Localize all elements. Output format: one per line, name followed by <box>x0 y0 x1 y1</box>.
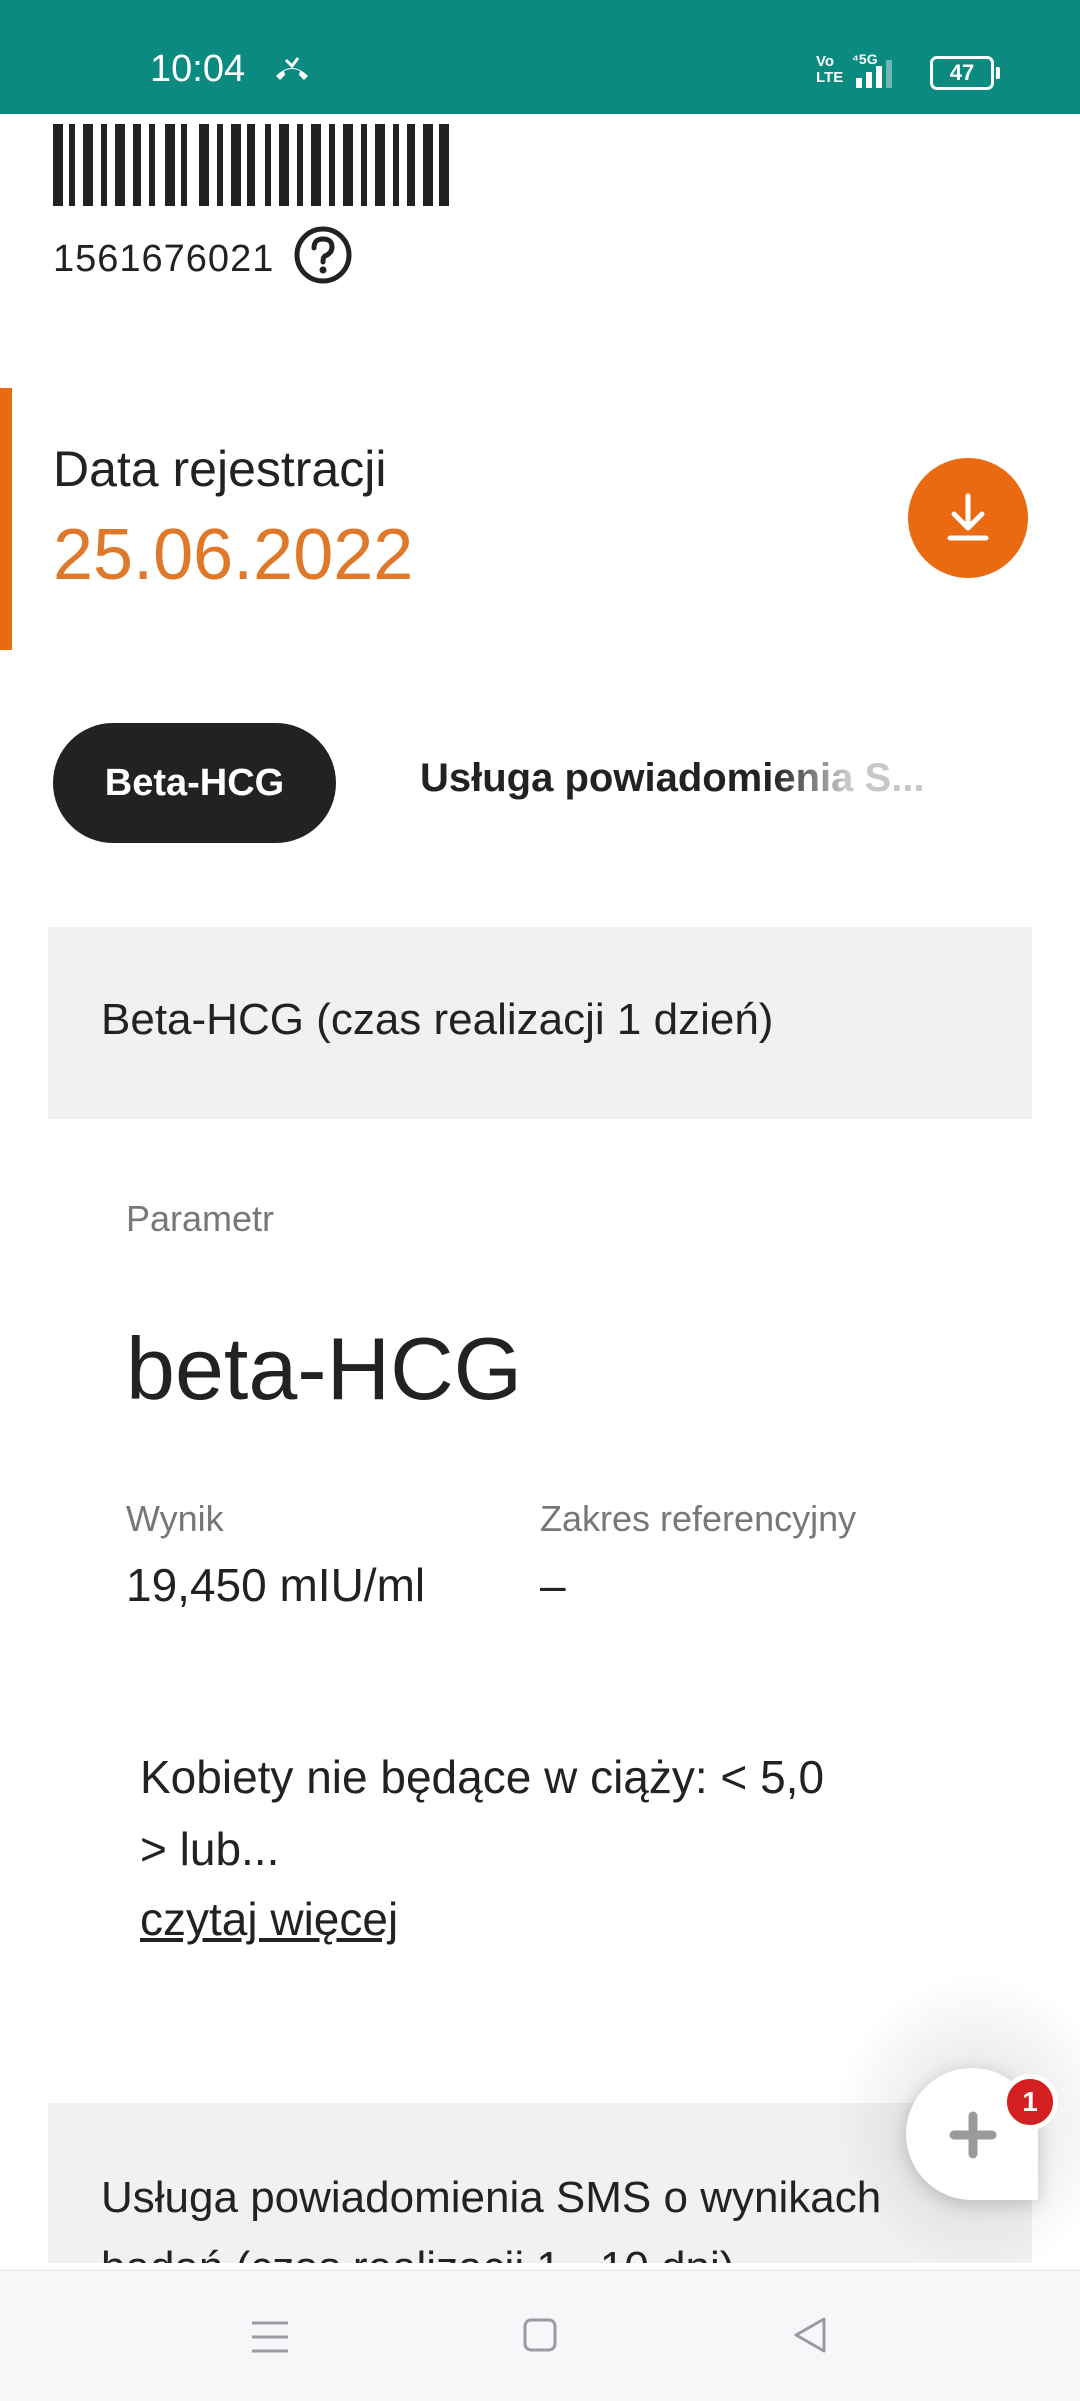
battery-indicator: 47 <box>930 56 1000 90</box>
svg-text:⁴5G: ⁴5G <box>852 51 878 67</box>
sms-section-title-line1: Usługa powiadomienia SMS o wynikach <box>101 2173 882 2222</box>
test-section-header: Beta-HCG (czas realizacji 1 dzień) <box>48 927 1032 1119</box>
barcode-number: 1561676021 <box>53 238 275 280</box>
system-navigation-bar <box>0 2270 1080 2401</box>
reference-note-line2: > lub... <box>140 1823 280 1875</box>
plus-icon <box>949 2111 997 2159</box>
help-icon[interactable] <box>293 225 353 285</box>
download-button[interactable] <box>908 458 1028 578</box>
volte-indicator: Vo LTE <box>816 53 844 86</box>
notification-badge: 1 <box>1002 2074 1058 2130</box>
barcode-image <box>53 124 449 206</box>
reference-note-line1: Kobiety nie będące w ciąży: < 5,0 <box>140 1751 825 1803</box>
read-more-link[interactable]: czytaj więcej <box>140 1892 398 1946</box>
result-label: Wynik <box>126 1498 224 1539</box>
result-value: 19,450 mIU/ml <box>126 1559 426 1611</box>
menu-icon[interactable] <box>250 2319 290 2355</box>
parameter-name: beta-HCG <box>126 1319 523 1418</box>
reference-range-label: Zakres referencyjny <box>540 1498 857 1539</box>
home-icon[interactable] <box>522 2317 558 2353</box>
tab-sms-notification[interactable]: Usługa powiadomienia S... <box>420 756 940 816</box>
download-icon <box>947 493 989 541</box>
missed-call-icon <box>276 57 308 80</box>
registration-accent-bar <box>0 388 12 650</box>
registration-date: 25.06.2022 <box>53 515 414 595</box>
back-icon[interactable] <box>790 2315 830 2355</box>
status-time: 10:04 <box>150 48 246 90</box>
test-section-title: Beta-HCG (czas realizacji 1 dzień) <box>101 995 774 1044</box>
registration-label: Data rejestracji <box>53 441 387 497</box>
sms-section-title-line2: badań (czas realizacji 1 - 10 dni) <box>101 2243 734 2263</box>
status-bar: 10:04 Vo LTE ⁴5G 47 <box>0 0 1080 114</box>
tab-beta-hcg[interactable]: Beta-HCG <box>53 723 336 843</box>
parameter-label: Parametr <box>126 1198 275 1239</box>
reference-range-value: – <box>540 1559 566 1611</box>
signal-5g-icon: ⁴5G <box>852 51 892 88</box>
